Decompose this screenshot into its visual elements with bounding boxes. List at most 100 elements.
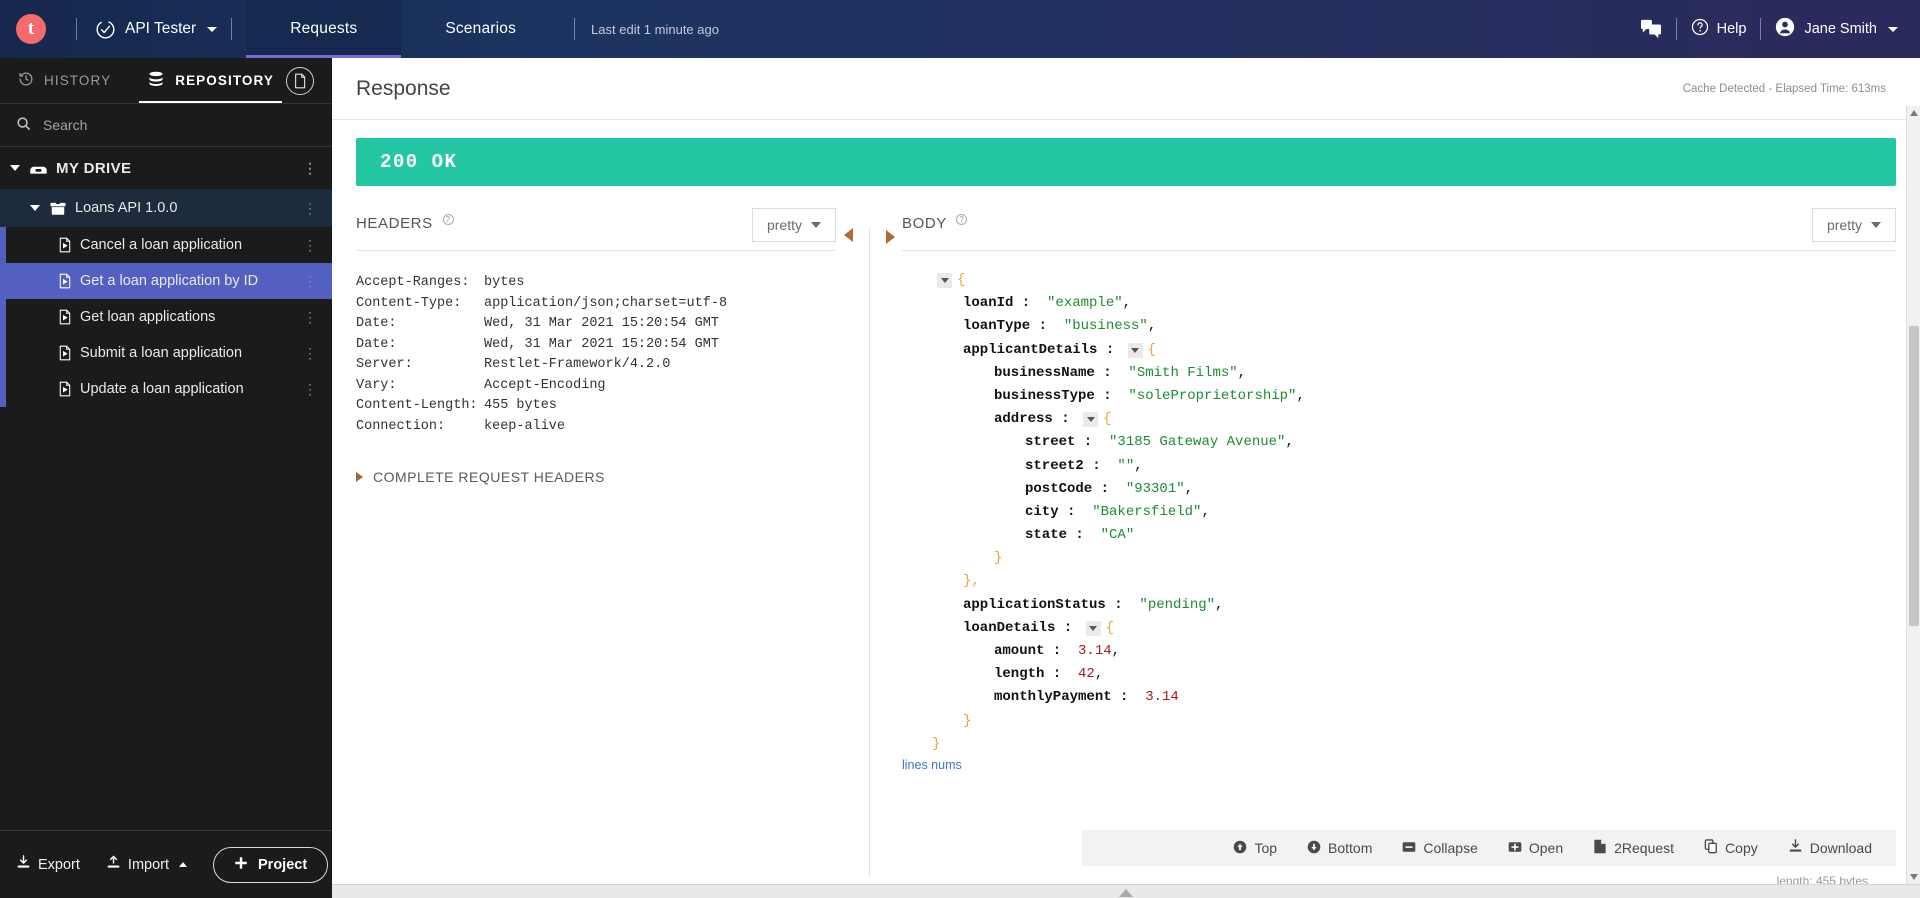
header-key: Server: (356, 357, 413, 372)
response-pane: Response Cache Detected - Elapsed Time: … (332, 58, 1920, 898)
search-row[interactable] (0, 104, 332, 147)
json-copy-button[interactable]: Copy (1704, 839, 1758, 857)
body-panel: BODY ? pretty {loanId : "example", loanTy… (902, 208, 1896, 898)
header-row: Content-Type: application/json;charset=u… (356, 294, 836, 315)
body-format-label: pretty (1826, 217, 1862, 233)
app-logo[interactable]: t (0, 14, 62, 44)
user-menu[interactable]: Jane Smith (1775, 17, 1898, 41)
new-project-button[interactable]: Project (213, 846, 329, 883)
json-to-request-button[interactable]: 2Request (1593, 839, 1674, 857)
json-string-value: "3185 Gateway Avenue" (1100, 434, 1286, 451)
more-options-icon[interactable]: ⋮ (303, 160, 318, 177)
search-input[interactable] (43, 117, 316, 133)
more-options-icon[interactable]: ⋮ (303, 237, 318, 254)
chat-icon[interactable] (1640, 19, 1662, 39)
json-number-value: 3.14 (1136, 689, 1179, 706)
more-options-icon[interactable]: ⋮ (303, 273, 318, 290)
json-collapse-toggle[interactable] (1127, 342, 1143, 358)
sidebar-tabs: HISTORY REPOSITORY (0, 58, 332, 104)
header-row: Vary: Accept-Encoding (356, 376, 836, 397)
json-line: street2 : "", (902, 455, 1896, 478)
brand-label: API Tester (125, 20, 197, 37)
json-number-value: 42 (1069, 666, 1095, 683)
request-file-icon (58, 273, 72, 289)
json-collapse-toggle[interactable] (937, 273, 952, 289)
download-icon (1788, 839, 1803, 857)
tree-node-my-drive[interactable]: MY DRIVE ⋮ (0, 147, 332, 189)
chevron-down-icon (1871, 222, 1881, 228)
json-viewer[interactable]: {loanId : "example", loanType : "business… (902, 269, 1896, 898)
sidebar-footer: Export Import Project (0, 830, 332, 898)
tree-item-label: Update a loan application (80, 381, 244, 397)
sidebar: HISTORY REPOSITORY Search MY DRIVE ⋮ Loa… (0, 58, 332, 898)
tree-item-submit-a-loan-application[interactable]: Submit a loan application ⋮ (0, 335, 332, 371)
more-options-icon[interactable]: ⋮ (303, 309, 318, 326)
json-collapse-button[interactable]: Collapse (1402, 840, 1478, 857)
response-header: Response Cache Detected - Elapsed Time: … (332, 58, 1920, 120)
json-punct: , (1237, 364, 1247, 381)
new-document-button[interactable] (286, 67, 314, 95)
main-tabs: Requests Scenarios (246, 0, 560, 58)
main-vertical-scrollbar[interactable] (1906, 106, 1920, 884)
json-key: applicantDetails : (963, 341, 1123, 358)
json-line: applicationStatus : "pending", (902, 594, 1896, 617)
chevron-up-icon[interactable] (1119, 889, 1133, 897)
json-download-button[interactable]: Download (1788, 839, 1872, 857)
headers-panel-title: HEADERS ? (356, 208, 454, 232)
header-value: application/json;charset=utf-8 (484, 295, 728, 311)
help-tooltip-icon[interactable]: ? (956, 214, 968, 225)
help-tooltip-icon[interactable]: ? (442, 214, 454, 225)
export-button[interactable]: Export (16, 855, 80, 874)
body-region: HISTORY REPOSITORY Search MY DRIVE ⋮ Loa… (0, 58, 1920, 898)
lines-nums-toggle[interactable]: lines nums (902, 758, 1896, 772)
scroll-up-icon[interactable] (1910, 110, 1918, 116)
plus-icon (234, 856, 248, 874)
request-file-icon (58, 237, 72, 253)
sidebar-tab-history[interactable]: HISTORY (0, 58, 129, 103)
tree-node-loans-api[interactable]: Loans API 1.0.0 ⋮ (0, 189, 332, 227)
json-collapse-toggle[interactable] (1083, 412, 1099, 428)
json-punct: , (1147, 318, 1157, 335)
json-open-button[interactable]: Open (1508, 840, 1563, 857)
tab-scenarios[interactable]: Scenarios (401, 0, 560, 58)
body-format-dropdown[interactable]: pretty (1811, 208, 1896, 242)
help-button[interactable]: Help (1691, 18, 1746, 40)
more-options-icon[interactable]: ⋮ (303, 345, 318, 362)
json-line: street : "3185 Gateway Avenue", (902, 431, 1896, 454)
json-string-value: "93301" (1117, 480, 1185, 497)
chevron-down-icon (207, 26, 218, 32)
sidebar-tab-repository[interactable]: REPOSITORY (129, 58, 292, 103)
brand-selector[interactable]: API Tester (91, 19, 218, 40)
json-line: city : "Bakersfield", (902, 501, 1896, 524)
import-button[interactable]: Import (106, 855, 188, 874)
tree-item-get-loan-applications[interactable]: Get loan applications ⋮ (0, 299, 332, 335)
json-bottom-label: Bottom (1328, 840, 1373, 856)
document-icon (1593, 839, 1607, 857)
response-panels: HEADERS ? pretty Accept-Ranges: bytes Co… (332, 186, 1920, 898)
header-row: Content-Length: 455 bytes (356, 396, 836, 417)
tree-item-update-a-loan-application[interactable]: Update a loan application ⋮ (0, 371, 332, 407)
tab-requests[interactable]: Requests (246, 0, 402, 58)
json-line: length : 42, (902, 663, 1896, 686)
complete-request-headers-toggle[interactable]: COMPLETE REQUEST HEADERS (356, 469, 836, 485)
json-collapse-toggle[interactable] (1085, 620, 1101, 636)
json-key: loanType : (963, 318, 1056, 335)
scrollbar-thumb[interactable] (1909, 326, 1919, 626)
collapse-right-icon[interactable] (885, 230, 895, 244)
more-options-icon[interactable]: ⋮ (303, 381, 318, 398)
history-clock-icon (18, 71, 34, 90)
tree-item-cancel-a-loan-application[interactable]: Cancel a loan application ⋮ (0, 227, 332, 263)
collapse-left-icon[interactable] (843, 228, 853, 242)
divider (76, 18, 77, 40)
tree-item-get-a-loan-application-by-id[interactable]: Get a loan application by ID ⋮ (0, 263, 332, 299)
top-navigation-bar: t API Tester Requests Scenarios Last edi… (0, 0, 1920, 58)
scroll-down-icon[interactable] (1910, 874, 1918, 880)
headers-format-dropdown[interactable]: pretty (751, 208, 836, 242)
divider (1760, 18, 1762, 40)
last-edit-label: Last edit 1 minute ago (591, 21, 719, 37)
more-options-icon[interactable]: ⋮ (303, 200, 318, 217)
json-bottom-button[interactable]: Bottom (1307, 840, 1372, 857)
json-top-button[interactable]: Top (1233, 840, 1277, 857)
json-number-value: 3.14 (1069, 643, 1112, 659)
json-punct: , (1184, 480, 1194, 497)
